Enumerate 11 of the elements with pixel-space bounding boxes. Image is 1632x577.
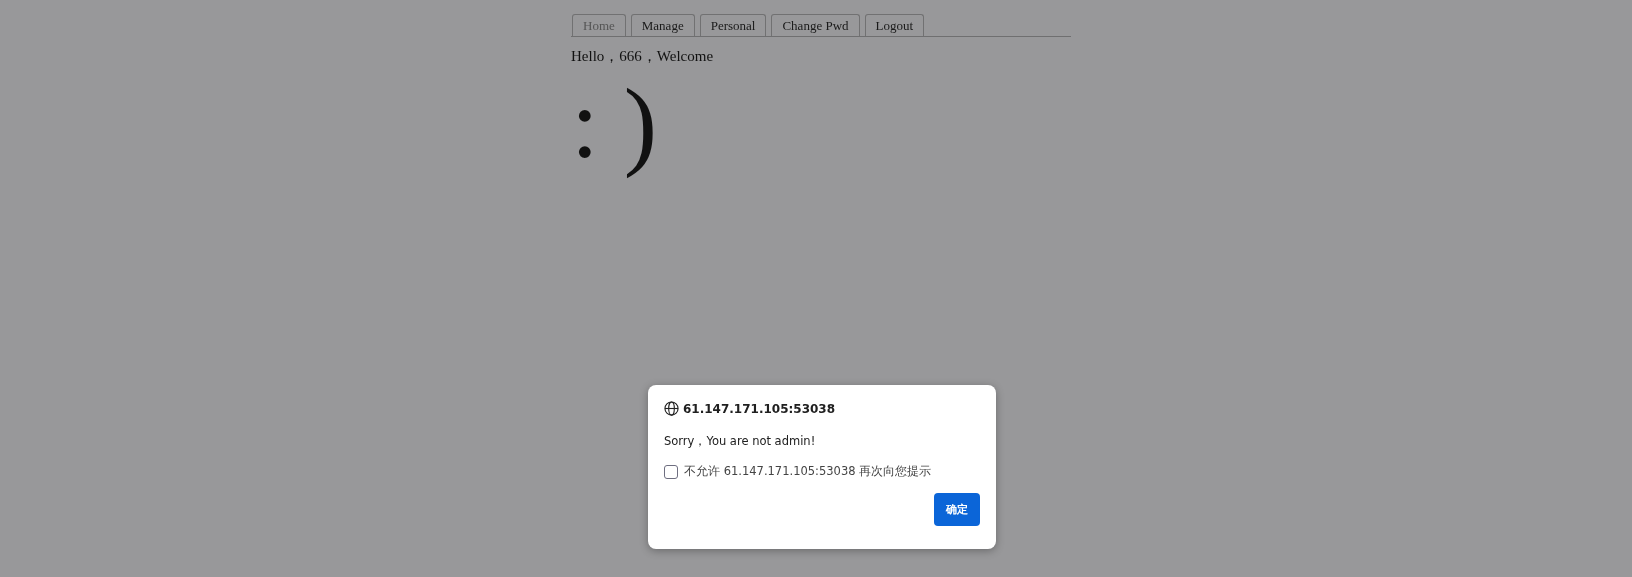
greeting-text: Hello，666，Welcome (571, 47, 715, 66)
checkbox-label[interactable]: 不允许 61.147.171.105:53038 再次向您提示 (684, 464, 932, 479)
nav-tab[interactable]: Personal (699, 14, 767, 36)
dialog-origin: 61.147.171.105:53038 (683, 401, 836, 416)
nav-tab[interactable]: Change Pwd (771, 14, 860, 36)
checkbox[interactable] (664, 464, 678, 479)
nav-tab[interactable]: Logout (864, 14, 925, 36)
globe-icon (664, 401, 679, 416)
nav-tab[interactable]: Manage (630, 14, 695, 36)
dialog-message: Sorry，You are not admin! (664, 434, 817, 449)
ok-button[interactable]: 确定 (934, 493, 980, 526)
